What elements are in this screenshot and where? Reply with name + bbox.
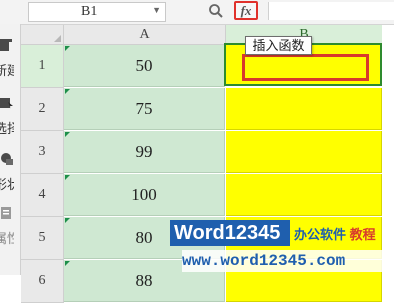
column-header-a[interactable]: A <box>64 25 226 45</box>
cell-b3[interactable] <box>226 131 382 173</box>
left-toolbar-label: 新建 <box>0 63 14 78</box>
cell-indicator-icon <box>65 89 70 94</box>
row-header[interactable]: 2 <box>21 88 64 131</box>
highlight-box <box>242 54 369 81</box>
cell-value: 100 <box>131 185 157 204</box>
insert-function-tooltip: 插入函数 <box>245 36 312 55</box>
cell-a3[interactable]: 99 <box>64 131 225 173</box>
formula-input[interactable] <box>268 2 394 20</box>
row-header[interactable]: 1 <box>21 45 64 88</box>
cell-value: 75 <box>135 99 153 118</box>
cell-indicator-icon <box>65 132 70 137</box>
cell-indicator-icon <box>65 218 70 223</box>
cell-a1[interactable]: 50 <box>64 45 225 87</box>
watermark-brand: Word12345 <box>170 220 290 246</box>
row-header[interactable]: 6 <box>21 260 64 303</box>
property-icon <box>1 207 11 219</box>
cell-value: 50 <box>135 56 153 75</box>
cell-indicator-icon <box>65 46 70 51</box>
watermark-url: www.word12345.com <box>182 250 394 272</box>
row-header[interactable]: 4 <box>21 174 64 217</box>
search-icon[interactable] <box>207 2 225 20</box>
name-box-value: B1 <box>81 4 98 19</box>
left-toolbar: 新建 选择 形状 属性 <box>0 24 21 275</box>
cell-b4[interactable] <box>226 174 382 216</box>
watermark-banner: Word12345 办公软件 教程 <box>170 220 394 246</box>
left-toolbar-label: 形状 <box>0 177 14 192</box>
select-icon <box>0 98 13 109</box>
left-toolbar-label: 属性 <box>0 231 14 246</box>
row-header[interactable]: 5 <box>21 217 64 260</box>
chevron-down-icon[interactable]: ▼ <box>152 5 161 15</box>
watermark-tagline-accent: 教程 <box>349 227 376 242</box>
name-box[interactable]: B1 ▼ <box>28 2 166 22</box>
select-all-corner[interactable] <box>21 25 64 45</box>
cell-a4[interactable]: 100 <box>64 174 225 216</box>
formula-bar: B1 ▼ fx <box>0 0 394 25</box>
left-toolbar-label: 选择 <box>0 121 14 136</box>
cell-a2[interactable]: 75 <box>64 88 225 130</box>
cell-value: 99 <box>135 142 153 161</box>
cell-value: 80 <box>135 228 153 247</box>
cell-indicator-icon <box>65 261 70 266</box>
insert-function-button[interactable]: fx <box>234 1 258 20</box>
cell-indicator-icon <box>65 175 70 180</box>
cell-b2[interactable] <box>226 88 382 130</box>
shape-icon <box>1 153 13 165</box>
cell-value: 88 <box>135 271 153 290</box>
row-header[interactable]: 3 <box>21 131 64 174</box>
select-all-icon <box>54 35 61 42</box>
new-icon <box>0 39 12 51</box>
watermark-tagline-main: 办公软件 <box>294 227 347 242</box>
watermark-tagline: 办公软件 教程 <box>294 224 376 243</box>
